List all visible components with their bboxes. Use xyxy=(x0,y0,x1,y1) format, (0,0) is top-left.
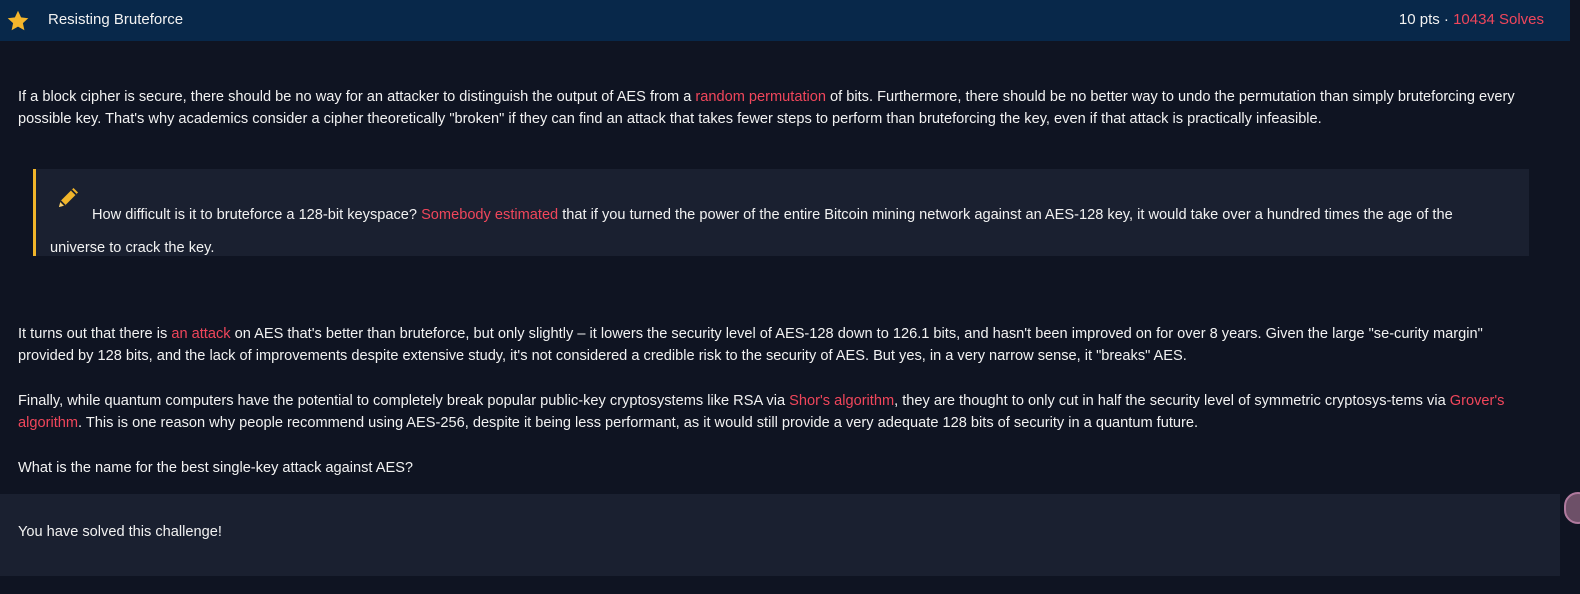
attack-text-start: It turns out that there is xyxy=(18,325,172,342)
quantum-text-middle: , they are thought to only cut in half t… xyxy=(894,392,1450,409)
attack-paragraph: It turns out that there is an attack on … xyxy=(18,323,1528,367)
quantum-text-start: Finally, while quantum computers have th… xyxy=(18,392,790,409)
quantum-paragraph: Finally, while quantum computers have th… xyxy=(18,390,1528,434)
note-callout: How difficult is it to bruteforce a 128-… xyxy=(33,169,1529,256)
challenge-header[interactable]: Resisting Bruteforce 10 pts · 10434 Solv… xyxy=(0,0,1570,41)
an-attack-link[interactable]: an attack xyxy=(171,326,230,342)
solved-panel: You have solved this challenge! xyxy=(0,494,1560,576)
scroll-handle[interactable] xyxy=(1564,492,1580,524)
intro-text-start: If a block cipher is secure, there shoul… xyxy=(18,88,696,105)
solved-message: You have solved this challenge! xyxy=(18,524,222,540)
shors-algorithm-link[interactable]: Shor's algorithm xyxy=(789,393,894,409)
callout-text-start: How difficult is it to bruteforce a 128-… xyxy=(92,206,422,223)
callout-text: How difficult is it to bruteforce a 128-… xyxy=(50,199,1510,265)
solves-count: 10434 Solves xyxy=(1453,11,1544,28)
intro-paragraph: If a block cipher is secure, there shoul… xyxy=(18,86,1528,130)
challenge-title: Resisting Bruteforce xyxy=(48,11,184,28)
challenge-question: What is the name for the best single-key… xyxy=(18,459,414,476)
challenge-meta: 10 pts · 10434 Solves xyxy=(1399,11,1544,28)
random-permutation-link[interactable]: random permutation xyxy=(695,89,826,105)
attack-text-end: on AES that's better than bruteforce, bu… xyxy=(18,325,1483,364)
somebody-estimated-link[interactable]: Somebody estimated xyxy=(421,207,558,223)
star-icon[interactable] xyxy=(6,9,30,33)
points-label: 10 pts · xyxy=(1398,11,1454,28)
quantum-text-end: . This is one reason why people recommen… xyxy=(78,414,1199,431)
